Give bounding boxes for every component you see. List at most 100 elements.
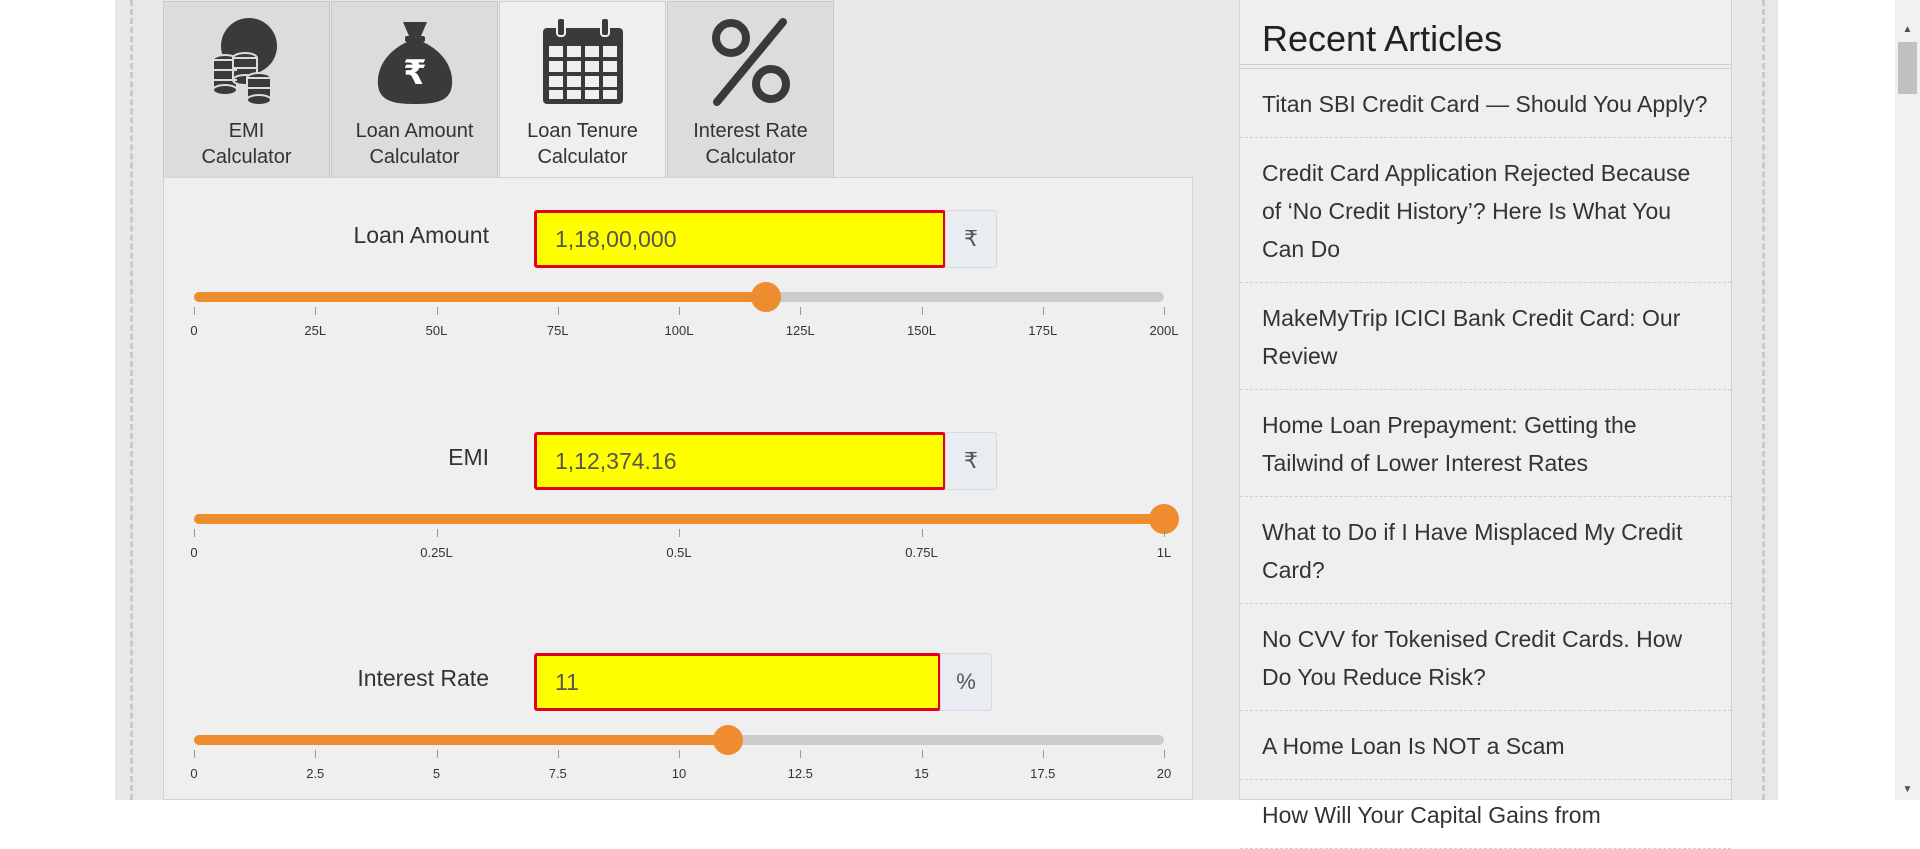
emi-calculator: EMI Calculator ₹ Loan Amount Calculator xyxy=(163,0,1193,800)
recent-articles-sidebar: Recent Articles Titan SBI Credit Card — … xyxy=(1239,0,1732,849)
divider xyxy=(1240,64,1731,65)
scroll-down-arrow-icon[interactable]: ▼ xyxy=(1895,780,1920,800)
scale-tick-label: 75L xyxy=(546,323,569,338)
scale-tick xyxy=(1042,307,1044,315)
scale-tick-label: 0.25L xyxy=(420,545,453,560)
loan-amount-slider[interactable] xyxy=(194,282,1164,312)
tab-emi-calculator[interactable]: EMI Calculator xyxy=(163,1,330,177)
article-link[interactable]: Home Loan Prepayment: Getting the Tailwi… xyxy=(1240,390,1731,497)
tab-label: Loan Tenure Calculator xyxy=(500,118,665,170)
tab-label-line2: Calculator xyxy=(537,146,628,168)
scale-tick-label: 200L xyxy=(1149,323,1179,338)
scale-tick xyxy=(194,529,195,537)
article-link[interactable]: Titan SBI Credit Card — Should You Apply… xyxy=(1240,69,1731,138)
loan-amount-scale: 0 25L 50L 75L 100L 125L 150L 175L 200L xyxy=(190,307,1178,338)
scale-tick xyxy=(436,750,438,758)
scale-tick xyxy=(679,307,680,315)
scale-tick-label: 100L xyxy=(664,323,694,338)
scale-tick xyxy=(1164,307,1165,315)
interest-rate-scale: 0 2.5 5 7.5 10 12.5 15 17.5 20 xyxy=(190,750,1171,781)
tab-loan-tenure-calculator[interactable]: Loan Tenure Calculator xyxy=(499,1,666,179)
scale-tick xyxy=(194,750,195,758)
scale-tick xyxy=(436,307,438,315)
scale-tick xyxy=(1164,529,1165,537)
svg-text:₹: ₹ xyxy=(403,53,427,93)
article-link[interactable]: A Home Loan Is NOT a Scam xyxy=(1240,711,1731,780)
scale-tick xyxy=(315,307,317,315)
scale-tick-label: 1L xyxy=(1156,545,1172,560)
article-link[interactable]: Credit Card Application Rejected Because… xyxy=(1240,138,1731,283)
tab-label: EMI Calculator xyxy=(164,118,329,170)
scale-tick-label: 7.5 xyxy=(548,766,567,781)
dashed-border-left xyxy=(130,0,133,800)
calendar-icon xyxy=(542,17,623,104)
article-link[interactable]: No CVV for Tokenised Credit Cards. How D… xyxy=(1240,604,1731,711)
slider-fill xyxy=(194,292,767,302)
scale-tick-label: 0 xyxy=(190,766,198,781)
scale-tick-label: 12.5 xyxy=(787,766,813,781)
rupee-unit-addon: ₹ xyxy=(945,432,997,490)
interest-rate-slider[interactable] xyxy=(194,725,1164,755)
scale-tick xyxy=(679,750,680,758)
scale-tick-label: 0.5L xyxy=(666,545,692,560)
interest-rate-input[interactable]: 11 xyxy=(534,653,941,711)
scale-tick xyxy=(557,307,559,315)
emi-input[interactable]: 1,12,374.16 xyxy=(534,432,946,490)
scale-tick-label: 150L xyxy=(907,323,936,338)
scale-tick xyxy=(1164,750,1165,758)
scale-tick-label: 17.5 xyxy=(1030,766,1056,781)
scale-tick-label: 5 xyxy=(432,766,441,781)
dashed-border-right xyxy=(1762,0,1765,800)
scale-tick xyxy=(921,307,923,315)
scale-tick xyxy=(921,750,923,758)
scale-tick xyxy=(1042,750,1044,758)
scale-tick-label: 10 xyxy=(671,766,687,781)
emi-slider[interactable] xyxy=(194,504,1179,534)
scale-tick xyxy=(921,529,923,537)
percent-unit-addon: % xyxy=(940,653,992,711)
rupee-unit-addon: ₹ xyxy=(945,210,997,268)
scale-tick xyxy=(557,750,559,758)
tab-label: Interest Rate Calculator xyxy=(668,118,833,170)
money-bag-rupee-icon: ₹ xyxy=(377,22,452,104)
slider-fill xyxy=(194,514,1164,524)
scrollbar-thumb[interactable] xyxy=(1898,42,1917,94)
scale-tick xyxy=(800,307,802,315)
tab-loan-amount-calculator[interactable]: ₹ Loan Amount Calculator xyxy=(331,1,498,177)
scale-tick-label: 20 xyxy=(1156,766,1172,781)
scale-tick xyxy=(194,307,195,315)
emi-scale: 0 0.25L 0.5L 0.75L 1L xyxy=(190,529,1171,560)
loan-amount-input[interactable]: 1,18,00,000 xyxy=(534,210,946,268)
scale-tick-label: 2.5 xyxy=(306,766,325,781)
tab-label: Loan Amount Calculator xyxy=(332,118,497,170)
tab-label-line2: Calculator xyxy=(201,146,292,168)
article-link[interactable]: How Will Your Capital Gains from xyxy=(1240,780,1731,849)
tab-label-line1: Loan Amount xyxy=(355,120,474,142)
article-link[interactable]: MakeMyTrip ICICI Bank Credit Card: Our R… xyxy=(1240,283,1731,390)
tab-label-line1: Loan Tenure xyxy=(527,120,638,142)
scale-tick xyxy=(315,750,317,758)
calculator-body: Loan Amount 1,18,00,000 ₹ 0 25L 50L 75L 100L… xyxy=(163,177,1193,800)
loan-amount-label: Loan Amount xyxy=(353,222,489,248)
article-list: Titan SBI Credit Card — Should You Apply… xyxy=(1240,69,1731,849)
scale-tick xyxy=(679,529,680,537)
scale-tick-label: 25L xyxy=(304,323,327,338)
percent-icon xyxy=(711,18,790,106)
tab-label-line2: Calculator xyxy=(369,146,460,168)
scale-tick-label: 0.75L xyxy=(905,545,938,560)
calculator-tabs: EMI Calculator ₹ Loan Amount Calculator xyxy=(163,0,1193,179)
interest-rate-label: Interest Rate xyxy=(357,665,489,691)
article-link[interactable]: What to Do if I Have Misplaced My Credit… xyxy=(1240,497,1731,604)
tab-label-line2: Calculator xyxy=(705,146,796,168)
coins-icon xyxy=(211,18,277,106)
scroll-up-arrow-icon[interactable]: ▲ xyxy=(1895,20,1920,40)
sidebar-title: Recent Articles xyxy=(1262,18,1503,59)
scale-tick-label: 0 xyxy=(190,545,198,560)
page-scrollbar[interactable]: ▲ ▼ xyxy=(1895,0,1920,800)
tab-interest-rate-calculator[interactable]: Interest Rate Calculator xyxy=(667,1,834,177)
emi-label: EMI xyxy=(448,444,489,470)
slider-fill xyxy=(194,735,728,745)
scale-tick-label: 175L xyxy=(1028,323,1058,338)
tab-label-line1: Interest Rate xyxy=(693,120,808,142)
scale-tick-label: 50L xyxy=(425,323,448,338)
